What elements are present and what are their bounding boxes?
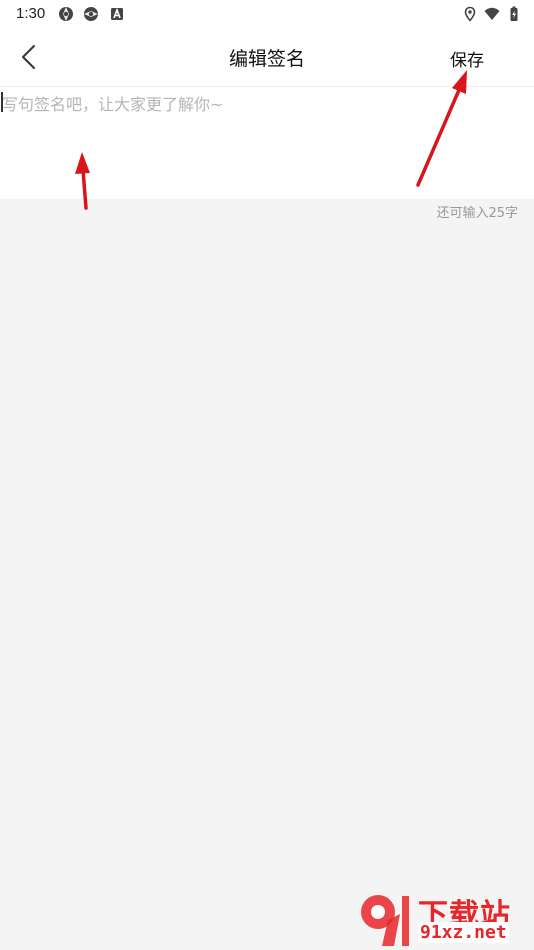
watermark-site: 91xz.net — [418, 922, 509, 943]
navigation-header: 编辑签名 保存 — [0, 28, 534, 86]
signature-input-area — [0, 87, 534, 199]
remaining-chars-counter: 还可输入25字 — [436, 206, 518, 221]
aperture-icon — [59, 7, 73, 21]
text-cursor — [1, 92, 3, 112]
edit-signature-screen: 1:30 编辑签名 保存 写句签名吧，让大家更了解你~ 还可输入25字 下载站 … — [0, 0, 534, 950]
aperture-icon — [84, 7, 98, 21]
status-bar: 1:30 — [0, 0, 534, 28]
status-time: 1:30 — [16, 5, 46, 22]
location-icon — [464, 6, 476, 22]
watermark-logo — [361, 895, 409, 946]
save-button[interactable]: 保存 — [450, 46, 484, 71]
wifi-icon — [484, 7, 500, 20]
signature-input[interactable] — [0, 87, 534, 199]
site-watermark: 下载站 91xz.net — [354, 890, 530, 948]
battery-charging-icon — [510, 6, 518, 21]
font-a-icon — [111, 7, 123, 20]
